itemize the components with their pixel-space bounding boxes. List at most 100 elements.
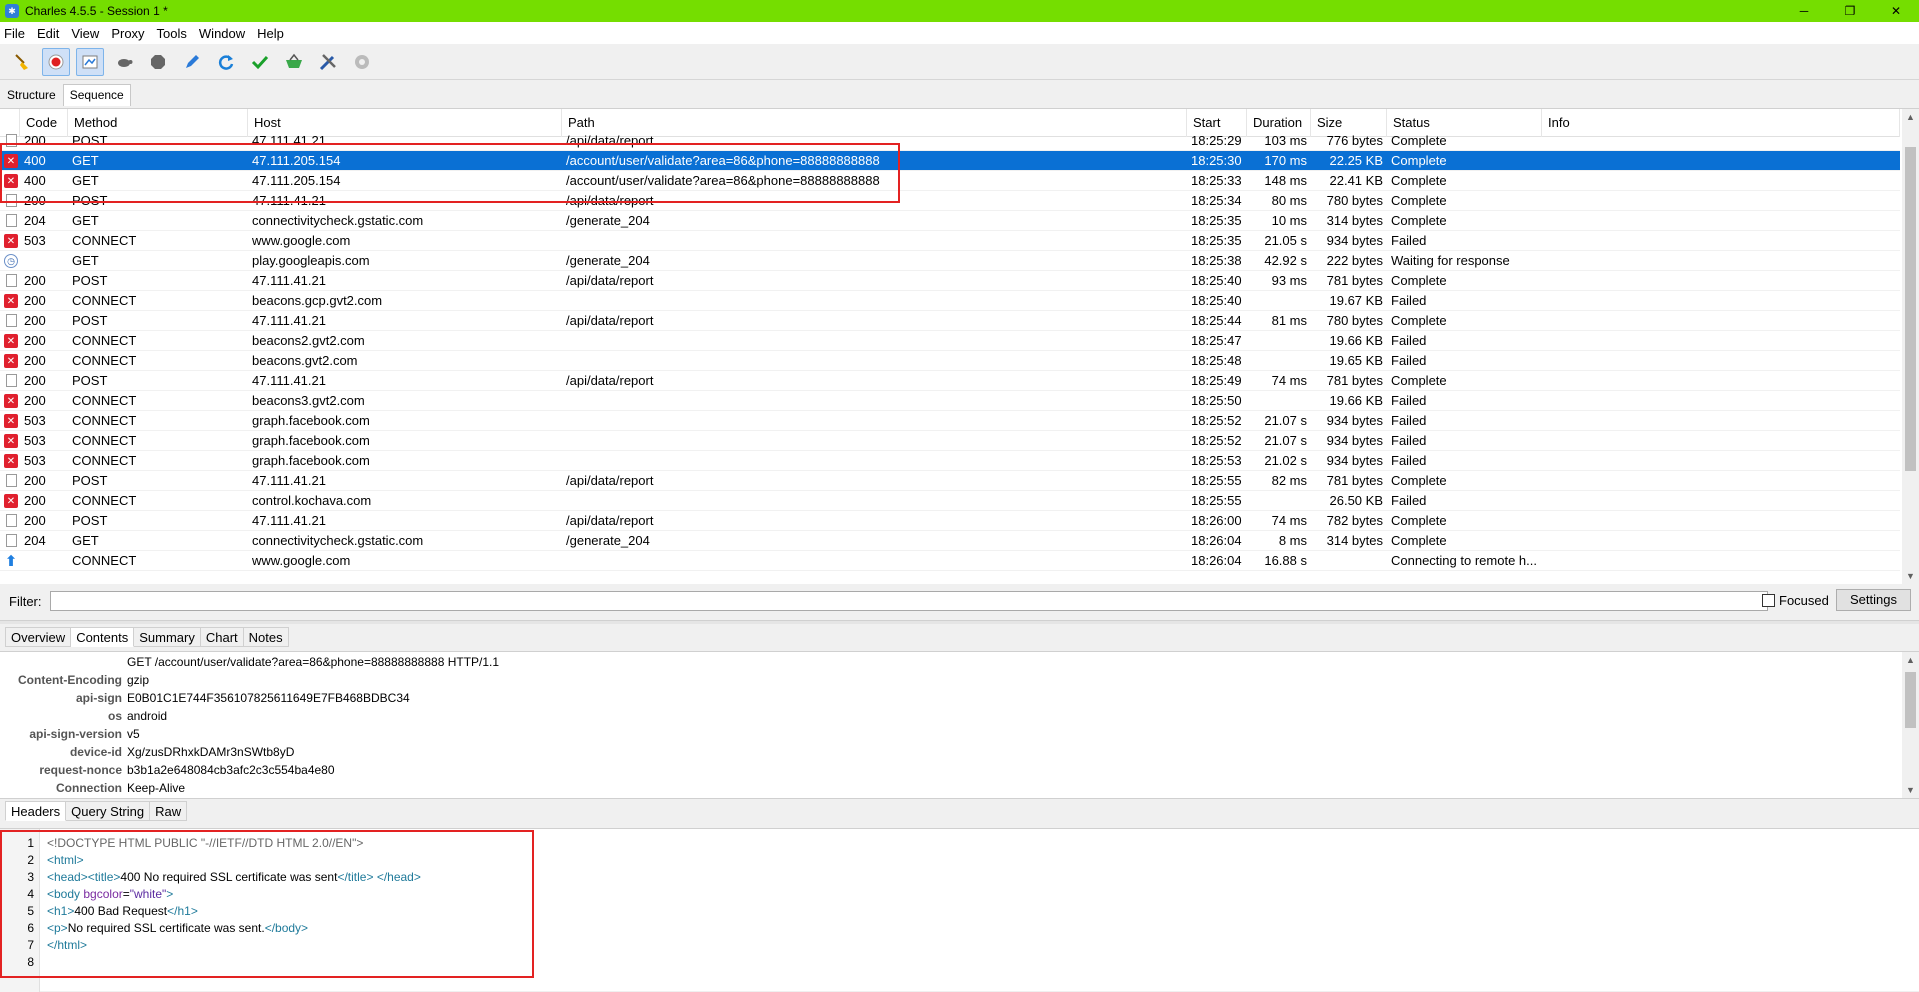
table-scrollbar[interactable]: ▲ ▼	[1902, 109, 1919, 584]
table-row[interactable]: ✕ 200 CONNECT beacons3.gvt2.com 18:25:50 19.6…	[0, 391, 1900, 411]
table-row[interactable]: 200 POST 47.111.41.21/api/data/report 18:25…	[0, 131, 1900, 151]
tab-contents[interactable]: Contents	[71, 627, 135, 647]
menu-file[interactable]: File	[4, 26, 25, 41]
focused-checkbox-box[interactable]	[1762, 594, 1775, 607]
menu-proxy[interactable]: Proxy	[111, 26, 144, 41]
document-icon	[6, 194, 17, 207]
cell-size: 26.50 KB	[1329, 493, 1384, 508]
table-row[interactable]: ✕ 200 CONNECT beacons.gvt2.com 18:25:48 19.65…	[0, 351, 1900, 371]
focused-checkbox[interactable]: Focused	[1762, 593, 1829, 608]
settings-button[interactable]: Settings	[1836, 589, 1911, 611]
scroll-down-arrow[interactable]: ▼	[1902, 568, 1919, 584]
broom-icon[interactable]	[8, 48, 36, 76]
cell-method: CONNECT	[72, 353, 137, 368]
table-row[interactable]: ✕ 200 CONNECT beacons2.gvt2.com 18:25:47 19.6…	[0, 331, 1900, 351]
cell-method: POST	[72, 513, 108, 528]
tab-raw[interactable]: Raw	[150, 801, 188, 821]
menu-window[interactable]: Window	[199, 26, 245, 41]
pen-icon[interactable]	[178, 48, 206, 76]
basket-icon[interactable]	[280, 48, 308, 76]
document-icon	[6, 514, 17, 527]
cell-status: Waiting for response	[1391, 253, 1510, 268]
tab-overview[interactable]: Overview	[5, 627, 72, 647]
table-row[interactable]: 200 POST 47.111.41.21/api/data/report 18:25…	[0, 371, 1900, 391]
cell-start: 18:25:44	[1191, 313, 1242, 328]
cell-status: Complete	[1391, 133, 1447, 148]
table-row[interactable]: 200 POST 47.111.41.21/api/data/report 18:25…	[0, 471, 1900, 491]
pane-splitter[interactable]	[0, 620, 1919, 624]
cell-method: CONNECT	[72, 233, 137, 248]
line-number: 2	[27, 853, 34, 867]
tab-summary[interactable]: Summary	[134, 627, 201, 647]
tab-chart[interactable]: Chart	[200, 627, 244, 647]
cell-start: 18:25:53	[1191, 453, 1242, 468]
throttle-icon[interactable]	[76, 47, 104, 76]
code-line: <body bgcolor="white">	[47, 886, 173, 903]
menu-view[interactable]: View	[71, 26, 99, 41]
table-row[interactable]: ✕ 503 CONNECT graph.facebook.com 18:25:53 21.…	[0, 451, 1900, 471]
tab-query-string[interactable]: Query String	[66, 801, 151, 821]
menu-edit[interactable]: Edit	[37, 26, 59, 41]
cell-host: graph.facebook.com	[252, 433, 370, 448]
cell-host: www.google.com	[252, 233, 351, 248]
tab-sequence[interactable]: Sequence	[62, 84, 131, 106]
cell-size: 222 bytes	[1326, 253, 1383, 268]
cell-duration: 148 ms	[1264, 173, 1307, 188]
settings-gear-icon[interactable]	[348, 48, 376, 76]
tab-structure[interactable]: Structure	[0, 84, 63, 106]
filter-input[interactable]	[49, 591, 1768, 611]
code-token: </title>	[337, 870, 374, 884]
error-icon: ✕	[4, 454, 18, 468]
tab-headers[interactable]: Headers	[5, 801, 67, 821]
table-row[interactable]: 200 POST 47.111.41.21/api/data/report 18:26…	[0, 511, 1900, 531]
table-row[interactable]: ✕ 400 GET 47.111.205.154/account/user/valid…	[0, 171, 1900, 191]
minimize-icon[interactable]: ─	[1781, 0, 1827, 22]
table-row[interactable]: ◷ GET play.googleapis.com/generate_204 18:2…	[0, 251, 1900, 271]
refresh-icon[interactable]	[212, 48, 240, 76]
table-row[interactable]: 200 POST 47.111.41.21/api/data/report 18:25…	[0, 191, 1900, 211]
table-row[interactable]: 200 POST 47.111.41.21/api/data/report 18:25…	[0, 271, 1900, 291]
code-token: No required SSL certificate was sent.	[67, 921, 265, 935]
table-row[interactable]: ✕ 503 CONNECT graph.facebook.com 18:25:52 21.…	[0, 431, 1900, 451]
restore-icon[interactable]: ❐	[1827, 0, 1873, 22]
menu-tools[interactable]: Tools	[157, 26, 187, 41]
tab-notes[interactable]: Notes	[243, 627, 289, 647]
header-key: device-id	[69, 745, 122, 759]
table-row[interactable]: ✕ 503 CONNECT graph.facebook.com 18:25:52 21.…	[0, 411, 1900, 431]
headers-scrollbar[interactable]: ▲ ▼	[1902, 652, 1919, 798]
record-icon[interactable]	[42, 47, 70, 76]
menu-help[interactable]: Help	[257, 26, 284, 41]
table-row[interactable]: ⬆ CONNECT www.google.com 18:26:04 16.88 s Con…	[0, 551, 1900, 571]
headers-scroll-thumb[interactable]	[1905, 672, 1916, 728]
cell-size: 781 bytes	[1326, 473, 1383, 488]
cell-code: 200	[24, 313, 46, 328]
cell-size: 22.25 KB	[1329, 153, 1384, 168]
headers-scroll-up-arrow[interactable]: ▲	[1902, 652, 1919, 668]
table-row[interactable]: 200 POST 47.111.41.21/api/data/report 18:25…	[0, 311, 1900, 331]
table-row[interactable]: ✕ 200 CONNECT beacons.gcp.gvt2.com 18:25:40 1…	[0, 291, 1900, 311]
table-row[interactable]: 204 GET connectivitycheck.gstatic.com/gene…	[0, 211, 1900, 231]
close-icon[interactable]: ✕	[1873, 0, 1919, 22]
table-row[interactable]: ✕ 400 GET 47.111.205.154/account/user/valid…	[0, 151, 1900, 171]
scroll-up-arrow[interactable]: ▲	[1902, 109, 1919, 125]
check-icon[interactable]	[246, 48, 274, 76]
scroll-thumb[interactable]	[1905, 147, 1916, 471]
cell-path	[562, 231, 1187, 251]
table-row[interactable]: ✕ 200 CONNECT control.kochava.com 18:25:55 26…	[0, 491, 1900, 511]
table-row[interactable]: 204 GET connectivitycheck.gstatic.com/gene…	[0, 531, 1900, 551]
code-line: <!DOCTYPE HTML PUBLIC "-//IETF//DTD HTML…	[47, 835, 363, 852]
cell-size: 780 bytes	[1326, 313, 1383, 328]
turtle-icon[interactable]	[110, 48, 138, 76]
table-row[interactable]: ✕ 503 CONNECT www.google.com 18:25:35 21.05 s…	[0, 231, 1900, 251]
header-row: request-nonce b3b1a2e648084cb3afc2c3c554b…	[0, 761, 1900, 779]
header-row: Connection Keep-Alive	[0, 779, 1900, 797]
header-value: b3b1a2e648084cb3afc2c3c554ba4e80	[127, 763, 335, 777]
title-bar: ✱ Charles 4.5.5 - Session 1 * ─ ❐ ✕	[0, 0, 1919, 22]
cell-start: 18:25:55	[1191, 473, 1242, 488]
cell-host: graph.facebook.com	[252, 413, 370, 428]
tools-icon[interactable]	[314, 48, 342, 76]
stop-icon[interactable]	[144, 48, 172, 76]
headers-scroll-down-arrow[interactable]: ▼	[1902, 782, 1919, 798]
cell-code: 200	[24, 273, 46, 288]
detail-tabs: Overview Contents Summary Chart Notes	[5, 627, 289, 647]
